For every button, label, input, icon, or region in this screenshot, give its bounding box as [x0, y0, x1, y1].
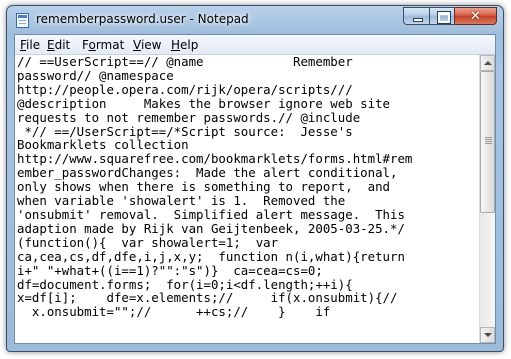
editor-line: x=df[i]; dfe=x.elements;// if(x.onsubmit… [17, 290, 398, 306]
vertical-scrollbar[interactable] [479, 55, 495, 343]
close-icon: ✕ [470, 9, 481, 24]
editor-line: Bookmarklets collection [17, 137, 189, 153]
menu-edit[interactable]: Edit [47, 38, 70, 52]
minimize-button[interactable] [403, 7, 429, 25]
menu-bar: File Edit Format View Help [15, 35, 495, 55]
editor-line: 'onsubmit' removal. Simplified alert mes… [17, 206, 405, 222]
scrollbar-thumb[interactable] [480, 71, 495, 213]
editor-line: // ==UserScript==// @name Remember [17, 55, 353, 69]
scroll-down-button[interactable] [480, 327, 495, 343]
scroll-up-button[interactable] [480, 55, 495, 71]
editor-content[interactable]: // ==UserScript==// @name Remember passw… [15, 55, 480, 319]
menu-format[interactable]: Format [82, 38, 124, 52]
notepad-window: rememberpassword.user - Notepad ✕ File E… [6, 5, 504, 352]
menu-help[interactable]: Help [171, 38, 198, 52]
notepad-icon[interactable] [16, 13, 29, 28]
editor-line: ember_passwordChanges: Made the alert co… [17, 165, 398, 181]
editor-line: i+" "+what+((i==1)?"":"s")} ca=cea=cs=0; [17, 262, 323, 278]
editor-line: df=document.forms; for(i=0;i<df.length;+… [17, 276, 353, 292]
client-area: File Edit Format View Help // ==UserScri… [14, 34, 496, 344]
arrow-down-icon [484, 333, 492, 337]
title-bar[interactable]: rememberpassword.user - Notepad ✕ [7, 6, 503, 34]
menu-view[interactable]: View [133, 38, 161, 52]
editor-line: http://people.opera.com/rijk/opera/scrip… [17, 81, 353, 97]
editor-line: @description Makes the browser ignore we… [17, 95, 390, 111]
editor-line: requests to not remember passwords.// @i… [17, 109, 361, 125]
editor-line: (function(){ var showalert=1; var [17, 234, 279, 250]
editor-line: password// @namespace [17, 67, 174, 83]
editor-line: adaption made by Rijk van Geijtenbeek, 2… [17, 220, 405, 236]
window-title: rememberpassword.user - Notepad [36, 12, 249, 26]
grip-icon [485, 137, 492, 145]
editor-line: ca,cea,cs,df,dfe,i,j,x,y; function n(i,w… [17, 248, 405, 264]
caption-buttons: ✕ [403, 7, 497, 26]
minimize-icon [413, 18, 423, 22]
editor-line: *// ==/UserScript==/*Script source: Jess… [17, 123, 353, 139]
maximize-button[interactable] [429, 7, 454, 25]
text-editor[interactable]: // ==UserScript==// @name Remember passw… [15, 55, 480, 343]
maximize-icon [437, 11, 451, 24]
arrow-up-icon [484, 61, 492, 65]
editor-line: http://www.squarefree.com/bookmarklets/f… [17, 151, 413, 167]
editor-line: x.onsubmit="";// ++cs;// } if [17, 304, 331, 320]
menu-file[interactable]: File [20, 38, 40, 52]
editor-line: only shows when there is something to re… [17, 179, 390, 195]
editor-line: when variable 'showalert' is 1. Removed … [17, 193, 346, 209]
close-button[interactable]: ✕ [454, 7, 497, 25]
